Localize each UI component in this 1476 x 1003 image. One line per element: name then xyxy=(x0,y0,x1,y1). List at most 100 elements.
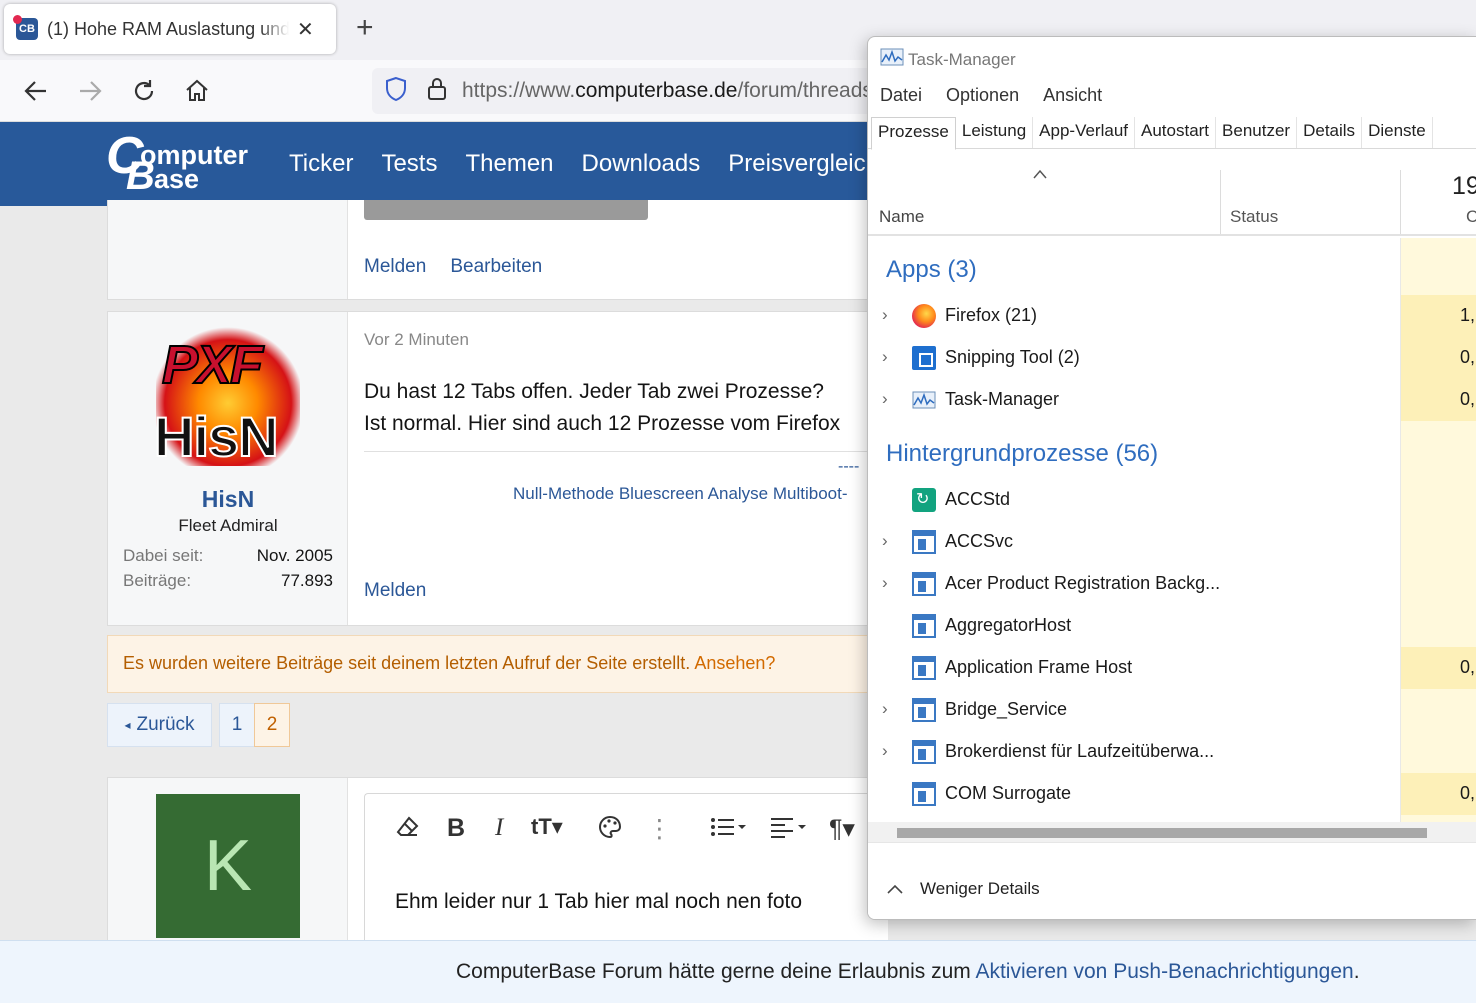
signature-divider xyxy=(364,451,884,452)
chevron-right-icon[interactable]: › xyxy=(882,699,888,719)
process-row[interactable]: ACCStd xyxy=(868,479,1476,521)
avatar: K xyxy=(156,794,300,938)
nav-downloads[interactable]: Downloads xyxy=(582,150,701,178)
column-header-name[interactable]: Name xyxy=(879,207,924,227)
process-cpu: 1, xyxy=(1460,305,1476,325)
pager-back-button[interactable]: ◂ Zurück xyxy=(107,703,212,747)
lock-icon[interactable] xyxy=(426,76,448,107)
snipping-tool-icon xyxy=(912,346,936,370)
text-size-icon[interactable]: tT▾ xyxy=(531,814,563,840)
italic-icon[interactable]: I xyxy=(495,814,503,842)
process-row[interactable]: › Acer Product Registration Backg... xyxy=(868,563,1476,605)
post-time[interactable]: Vor 2 Minuten xyxy=(364,330,469,350)
chevron-right-icon[interactable]: › xyxy=(882,389,888,409)
chevron-right-icon[interactable]: › xyxy=(882,741,888,761)
eraser-icon[interactable] xyxy=(395,814,421,847)
post-body: Du hast 12 Tabs offen. Jeder Tab zwei Pr… xyxy=(364,380,841,435)
menu-datei[interactable]: Datei xyxy=(880,85,922,106)
list-icon[interactable] xyxy=(709,814,749,847)
process-row[interactable]: › ACCSvc xyxy=(868,521,1476,563)
close-tab-icon[interactable]: ✕ xyxy=(297,17,314,42)
process-name: Snipping Tool (2) xyxy=(945,347,1080,367)
sort-ascending-icon xyxy=(1032,166,1048,182)
user-pane xyxy=(108,200,348,299)
scrollbar-thumb[interactable] xyxy=(897,828,1427,838)
view-new-posts-link[interactable]: Ansehen? xyxy=(694,653,775,673)
shield-icon[interactable] xyxy=(384,76,408,107)
process-row[interactable]: › Bridge_Service xyxy=(868,689,1476,731)
chevron-right-icon[interactable]: › xyxy=(882,531,888,551)
enable-push-link[interactable]: Aktivieren von Push-Benachrichtigungen xyxy=(975,960,1353,983)
chevron-right-icon[interactable]: › xyxy=(882,305,888,325)
user-rank: Fleet Admiral xyxy=(178,516,278,535)
report-link[interactable]: Melden xyxy=(364,580,426,602)
site-nav: Ticker Tests Themen Downloads Preisvergl… xyxy=(289,150,879,178)
group-background-processes: Hintergrundprozesse (56) xyxy=(886,440,1159,467)
browser-tab[interactable]: CB (1) Hohe RAM Auslastung und d ✕ xyxy=(4,4,336,54)
fewer-details-button[interactable]: Weniger Details xyxy=(886,879,1040,899)
process-row[interactable]: AggregatorHost xyxy=(868,605,1476,647)
horizontal-scrollbar[interactable] xyxy=(868,822,1476,842)
signature-link[interactable]: Null-Methode Bluescreen Analyse Multiboo… xyxy=(513,484,848,504)
username[interactable]: HisN xyxy=(108,486,348,513)
more-options-icon[interactable]: ⋮ xyxy=(647,814,672,844)
avatar[interactable]: PXF HisN xyxy=(153,326,304,469)
nav-preisvergleich[interactable]: Preisvergleich xyxy=(728,150,879,178)
plus-icon[interactable]: + xyxy=(356,12,374,44)
window-icon xyxy=(912,698,936,722)
process-cpu: 0, xyxy=(1460,783,1476,803)
align-icon[interactable] xyxy=(769,814,809,847)
edit-link[interactable]: Bearbeiten xyxy=(450,256,542,278)
push-notification-bar: ComputerBase Forum hätte gerne deine Erl… xyxy=(0,940,1476,1003)
process-row[interactable]: Application Frame Host 0, xyxy=(868,647,1476,689)
pager-page-2[interactable]: 2 xyxy=(254,703,290,747)
back-arrow-icon[interactable] xyxy=(19,74,53,108)
column-header-cpu-percent[interactable]: 19 xyxy=(1452,172,1476,201)
task-manager-tabs: Prozesse Leistung App-Verlauf Autostart … xyxy=(868,117,1476,150)
new-posts-notice: Es wurden weitere Beiträge seit deinem l… xyxy=(107,635,887,693)
process-row[interactable]: › Brokerdienst für Laufzeitüberwa... xyxy=(868,731,1476,773)
menu-optionen[interactable]: Optionen xyxy=(946,85,1019,106)
tab-leistung[interactable]: Leistung xyxy=(956,117,1034,148)
process-name: Application Frame Host xyxy=(945,657,1133,677)
chevron-right-icon[interactable]: › xyxy=(882,573,888,593)
reply-editor[interactable]: B I tT▾ ⋮ ¶▾ Ehm leider nur 1 Tab hier m… xyxy=(364,793,888,948)
tab-autostart[interactable]: Autostart xyxy=(1135,117,1217,148)
tab-dienste[interactable]: Dienste xyxy=(1362,117,1433,148)
process-row[interactable]: › Snipping Tool (2) 0, xyxy=(868,337,1476,379)
process-list: Apps (3) › Firefox (21) 1, › Snipping To… xyxy=(868,238,1476,822)
palette-icon[interactable] xyxy=(597,814,623,847)
process-cpu: 0, xyxy=(1460,347,1476,367)
tab-benutzer[interactable]: Benutzer xyxy=(1216,117,1298,148)
computerbase-logo[interactable]: Computer Base xyxy=(106,127,256,198)
forward-arrow-icon[interactable] xyxy=(73,74,107,108)
process-row[interactable]: › Firefox (21) 1, xyxy=(868,295,1476,337)
column-header-cpu[interactable]: C xyxy=(1466,207,1476,227)
window-icon xyxy=(912,740,936,764)
editor-content[interactable]: Ehm leider nur 1 Tab hier mal noch nen f… xyxy=(395,890,802,914)
tab-app-verlauf[interactable]: App-Verlauf xyxy=(1033,117,1135,148)
tab-details[interactable]: Details xyxy=(1297,117,1363,148)
group-apps: Apps (3) xyxy=(886,256,977,283)
user-pane: K xyxy=(108,778,348,947)
task-manager-icon xyxy=(912,388,936,412)
menu-ansicht[interactable]: Ansicht xyxy=(1043,85,1102,106)
user-stat-posts: Beiträge: 77.893 xyxy=(123,571,333,590)
task-manager-menu: Datei Optionen Ansicht xyxy=(880,85,1102,106)
paragraph-icon[interactable]: ¶▾ xyxy=(829,814,855,844)
column-header-status[interactable]: Status xyxy=(1230,207,1278,227)
home-icon[interactable] xyxy=(180,74,214,108)
task-manager-titlebar[interactable]: Task-Manager xyxy=(880,48,1016,71)
nav-themen[interactable]: Themen xyxy=(465,150,553,178)
chevron-right-icon[interactable]: › xyxy=(882,347,888,367)
nav-ticker[interactable]: Ticker xyxy=(289,150,353,178)
reload-icon[interactable] xyxy=(127,74,161,108)
caret-left-icon: ◂ xyxy=(124,718,131,732)
tab-prozesse[interactable]: Prozesse xyxy=(871,117,956,150)
process-row[interactable]: › Task-Manager 0, xyxy=(868,379,1476,421)
nav-tests[interactable]: Tests xyxy=(381,150,437,178)
process-row[interactable]: COM Surrogate 0, xyxy=(868,773,1476,815)
pager-page-1[interactable]: 1 xyxy=(219,703,255,747)
report-link[interactable]: Melden xyxy=(364,256,426,278)
bold-icon[interactable]: B xyxy=(447,814,465,843)
